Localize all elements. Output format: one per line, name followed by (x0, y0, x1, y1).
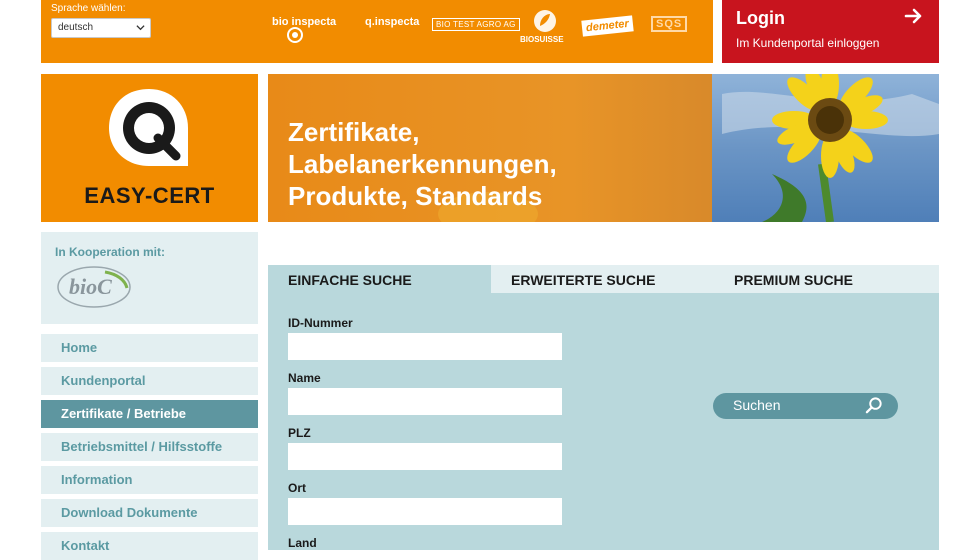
bioc-text: bioC (69, 274, 112, 299)
sidebar-item-kontakt[interactable]: Kontakt (41, 532, 258, 560)
sqs-logo[interactable]: SQS (651, 16, 688, 32)
plz-input[interactable] (288, 443, 562, 470)
chevron-down-icon (136, 25, 145, 31)
bio-test-agro-logo[interactable]: BIO TEST AGRO AG (432, 18, 520, 31)
name-input[interactable] (288, 388, 562, 415)
login-title[interactable]: Login (736, 8, 785, 29)
name-label: Name (288, 371, 321, 385)
sidebar-item-home[interactable]: Home (41, 334, 258, 362)
plz-label: PLZ (288, 426, 311, 440)
q-inspecta-logo[interactable]: q.inspecta (365, 16, 419, 28)
tab-premium-suche[interactable]: PREMIUM SUCHE (734, 265, 853, 293)
bioc-logo[interactable]: bioC (55, 264, 133, 310)
logo-text: EASY-CERT (84, 183, 215, 208)
language-selected: deutsch (58, 22, 94, 33)
ort-input[interactable] (288, 498, 562, 525)
id-number-input[interactable] (288, 333, 562, 360)
banner-line-1: Zertifikate, (288, 117, 420, 147)
sidebar-item-information[interactable]: Information (41, 466, 258, 494)
magnifier-logo-icon (109, 89, 188, 166)
banner-title: Zertifikate, Labelanerkennungen, Produkt… (288, 116, 688, 212)
search-icon (865, 397, 882, 414)
sunflower-icon (722, 74, 939, 222)
cooperation-label: In Kooperation mit: (55, 245, 165, 259)
sidebar-item-betriebsmittel[interactable]: Betriebsmittel / Hilfsstoffe (41, 433, 258, 461)
bio-inspecta-text: bio inspecta (272, 16, 337, 28)
ort-label: Ort (288, 481, 306, 495)
language-select[interactable]: deutsch (51, 18, 151, 38)
banner-line-2: Labelanerkennungen, (288, 149, 557, 179)
tab-erweiterte-suche[interactable]: ERWEITERTE SUCHE (511, 265, 655, 293)
arrow-right-icon[interactable] (904, 7, 924, 25)
bio-suisse-logo[interactable]: BIOSUISSE (520, 8, 570, 48)
sidebar-item-kundenportal[interactable]: Kundenportal (41, 367, 258, 395)
bio-suisse-text: BIOSUISSE (520, 35, 564, 44)
land-label: Land (288, 536, 317, 550)
sidebar-item-zertifikate[interactable]: Zertifikate / Betriebe (41, 400, 258, 428)
tab-einfache-suche[interactable]: EINFACHE SUCHE (268, 265, 491, 293)
bud-icon (534, 10, 556, 32)
language-label: Sprache wählen: (51, 3, 126, 14)
id-number-label: ID-Nummer (288, 316, 353, 330)
login-subtitle[interactable]: Im Kundenportal einloggen (736, 36, 879, 50)
sidebar-item-download[interactable]: Download Dokumente (41, 499, 258, 527)
search-button[interactable]: Suchen (713, 393, 898, 419)
banner-line-3: Produkte, Standards (288, 181, 543, 211)
search-button-label: Suchen (733, 397, 781, 413)
